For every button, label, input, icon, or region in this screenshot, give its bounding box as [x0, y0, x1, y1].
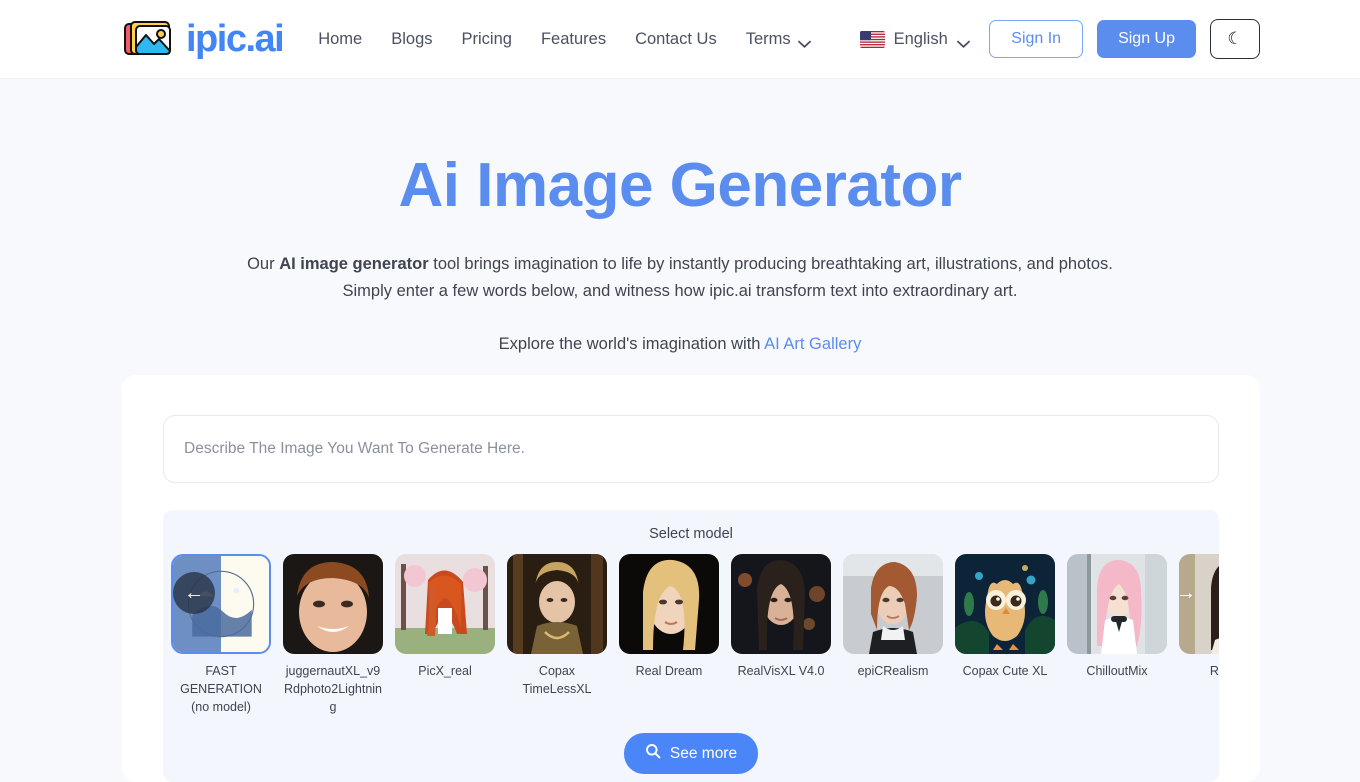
- model-thumbnail: [507, 554, 607, 654]
- header-actions: Sign In Sign Up ☾: [989, 19, 1260, 59]
- model-thumbnail: [843, 554, 943, 654]
- model-card-picx-real[interactable]: PicX_real: [395, 554, 495, 716]
- see-more-wrapper: See more: [163, 733, 1219, 775]
- ai-art-gallery-link[interactable]: AI Art Gallery: [764, 335, 861, 353]
- language-label: English: [893, 29, 948, 48]
- model-thumbnail: [1067, 554, 1167, 654]
- model-thumbnail: [731, 554, 831, 654]
- model-thumbnail: [283, 554, 383, 654]
- page-title: Ai Image Generator: [398, 151, 962, 220]
- nav-item-blogs[interactable]: Blogs: [391, 30, 432, 49]
- hero-desc-line2: Simply enter a few words below, and witn…: [342, 281, 1018, 300]
- nav-item-features[interactable]: Features: [541, 30, 606, 49]
- model-label: Copax TimeLessXL: [522, 664, 592, 696]
- model-thumbnail: [395, 554, 495, 654]
- hero-desc-bold: AI image generator: [279, 255, 429, 274]
- language-selector[interactable]: English: [859, 29, 970, 49]
- prompt-input-wrapper[interactable]: [163, 415, 1219, 483]
- see-more-button[interactable]: See more: [623, 733, 759, 775]
- hero-section: Ai Image Generator Our AI image generato…: [0, 79, 1360, 354]
- sign-up-button[interactable]: Sign Up: [1097, 20, 1196, 58]
- moon-icon: ☾: [1227, 29, 1243, 48]
- nav-item-terms-label: Terms: [745, 29, 791, 48]
- nav-item-terms[interactable]: Terms: [746, 30, 811, 49]
- model-selector-panel: Select model FAST GENERATION (no model): [163, 510, 1219, 782]
- model-card-chilloutmix[interactable]: ChilloutMix: [1067, 554, 1167, 716]
- prompt-input[interactable]: [184, 440, 1198, 458]
- model-label: RealVisXL V4.0: [737, 664, 825, 678]
- model-label: Realist: [1209, 664, 1219, 678]
- model-card-copax-cute-xl[interactable]: Copax Cute XL: [955, 554, 1055, 716]
- model-label: Real Dream: [635, 664, 703, 678]
- theme-toggle-button[interactable]: ☾: [1210, 19, 1260, 59]
- model-card-copax-timelessxl[interactable]: Copax TimeLessXL: [507, 554, 607, 716]
- hero-desc-pre: Our: [247, 255, 280, 274]
- select-model-label: Select model: [649, 526, 733, 542]
- model-thumbnail: [955, 554, 1055, 654]
- model-card-real-dream[interactable]: Real Dream: [619, 554, 719, 716]
- see-more-label: See more: [669, 744, 738, 762]
- model-card-realvisxl-v4[interactable]: RealVisXL V4.0: [731, 554, 831, 716]
- hero-description: Our AI image generator tool brings imagi…: [230, 251, 1130, 304]
- chevron-down-icon: [956, 35, 970, 48]
- model-label: juggernautXL_v9Rdphoto2Lightning: [284, 664, 382, 714]
- generator-card: Select model FAST GENERATION (no model): [122, 375, 1260, 782]
- carousel-next-button[interactable]: →: [1165, 572, 1207, 614]
- model-label: PicX_real: [418, 664, 472, 678]
- model-label: ChilloutMix: [1086, 664, 1148, 678]
- us-flag-icon: [859, 30, 885, 48]
- model-label: epiCRealism: [857, 664, 929, 678]
- logo[interactable]: ipic.ai: [122, 17, 285, 61]
- logo-text: ipic.ai: [186, 18, 285, 60]
- site-header: ipic.ai Home Blogs Pricing Features Cont…: [0, 0, 1360, 79]
- nav-item-home[interactable]: Home: [318, 30, 362, 49]
- search-icon: [645, 743, 661, 764]
- model-thumbnail: [619, 554, 719, 654]
- hero-explore-text: Explore the world's imagination with: [498, 334, 765, 353]
- hero-desc-post: tool brings imagination to life by insta…: [428, 255, 1113, 274]
- model-card-juggernautxl[interactable]: juggernautXL_v9Rdphoto2Lightning: [283, 554, 383, 716]
- main-nav: Home Blogs Pricing Features Contact Us T…: [318, 30, 970, 49]
- model-label: Copax Cute XL: [962, 664, 1048, 678]
- model-carousel[interactable]: FAST GENERATION (no model) juggernautXL_…: [163, 554, 1219, 716]
- nav-item-pricing[interactable]: Pricing: [462, 30, 512, 49]
- hero-explore: Explore the world's imagination with AI …: [0, 335, 1360, 354]
- sign-in-button[interactable]: Sign In: [989, 20, 1084, 58]
- nav-item-contact-us[interactable]: Contact Us: [635, 30, 717, 49]
- carousel-prev-button[interactable]: ←: [173, 572, 215, 614]
- model-card-epicrealism[interactable]: epiCRealism: [843, 554, 943, 716]
- photo-stack-icon: [122, 17, 180, 61]
- model-label: FAST GENERATION (no model): [180, 664, 262, 714]
- chevron-down-icon: [797, 35, 811, 48]
